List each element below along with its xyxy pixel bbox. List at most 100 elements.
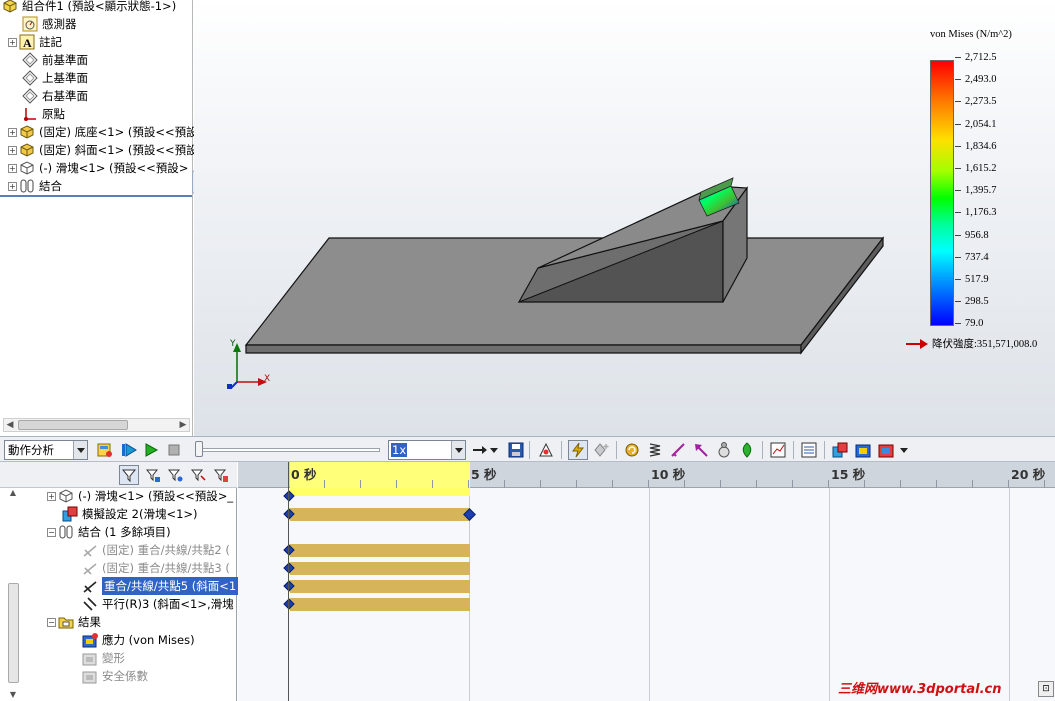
mm-item-label: 重合/共線/共點5 (斜面<1 (102, 577, 239, 595)
simulation-setup-icon[interactable] (830, 440, 850, 460)
expand-icon[interactable]: + (8, 127, 17, 137)
x-axis-label: X (264, 374, 271, 384)
mm-item-results[interactable]: − 結果 (47, 613, 101, 631)
chevron-down-icon[interactable] (488, 440, 500, 460)
part-icon (19, 160, 35, 176)
timeline-ruler[interactable]: 0 秒 5 秒 10 秒 15 秒 20 秒 (238, 462, 1055, 488)
motion-tree-vertical-scrollbar[interactable]: ▲ ▼ (3, 488, 20, 700)
tree-item-annotations[interactable]: + A 註記 (8, 33, 62, 51)
collapse-icon[interactable]: − (47, 617, 56, 627)
timeline-bar-simulation-setup[interactable] (290, 508, 470, 521)
study-type-select[interactable]: 動作分析 (4, 440, 88, 460)
model-view[interactable] (194, 0, 1055, 436)
timeline-bar-coincident-2[interactable] (290, 544, 470, 557)
timeline-bar-coincident-5[interactable] (290, 580, 470, 593)
timeline-minor-tick (432, 480, 433, 488)
graphics-viewport[interactable]: Y X von Mises (N/m^2) 2,712.5 2,493.0 2,27… (194, 0, 1055, 436)
stop-icon[interactable] (164, 440, 184, 460)
filter-results-icon[interactable] (211, 465, 231, 485)
timeline[interactable]: 0 秒 5 秒 10 秒 15 秒 20 秒 (238, 462, 1055, 701)
mm-item-coincident-2[interactable]: (固定) 重合/共線/共點2 ( (82, 541, 230, 559)
motion-study-properties-icon[interactable] (799, 440, 819, 460)
tree-item-top-plane[interactable]: 上基準面 (22, 69, 88, 87)
timeline-bar-coincident-3[interactable] (290, 562, 470, 575)
playback-speed-select[interactable]: 1x (388, 440, 466, 460)
mm-item-coincident-5[interactable]: 重合/共線/共點5 (斜面<1 (82, 577, 239, 595)
filter-icon[interactable] (119, 465, 139, 485)
force-icon[interactable] (691, 440, 711, 460)
scroll-left-icon[interactable]: ◀ (4, 419, 16, 431)
playback-slider-track[interactable] (196, 448, 380, 452)
legend-value: 2,273.5 (965, 96, 997, 108)
mm-item-slider[interactable]: + (-) 滑塊<1> (預設<<預設>_ (47, 487, 233, 505)
spring-icon[interactable] (645, 440, 665, 460)
yield-strength-label: 降伏強度:351,571,008.0 (932, 339, 1038, 350)
expand-icon[interactable]: + (8, 37, 17, 47)
playback-slider-thumb[interactable] (195, 441, 203, 457)
mates-icon (58, 524, 74, 540)
tree-item-base[interactable]: + (固定) 底座<1> (預設<<預設 (8, 123, 198, 141)
scrollbar-thumb[interactable] (8, 583, 19, 683)
tree-item-right-plane[interactable]: 右基準面 (22, 87, 88, 105)
scroll-right-icon[interactable]: ▶ (177, 419, 189, 431)
damper-icon[interactable] (668, 440, 688, 460)
contact-icon[interactable] (714, 440, 734, 460)
play-icon[interactable] (141, 440, 161, 460)
playback-mode-icon[interactable] (470, 440, 490, 460)
autokey-icon[interactable] (568, 440, 588, 460)
tree-item-label: 感測器 (42, 17, 77, 31)
mm-item-label: 變形 (102, 651, 125, 665)
expand-icon[interactable]: + (47, 491, 56, 501)
playback-speed-value: 1x (391, 443, 408, 457)
scrollbar-thumb[interactable] (18, 420, 128, 430)
filter-driving-icon[interactable] (165, 465, 185, 485)
chevron-down-icon[interactable] (73, 441, 87, 459)
toolbar-separator (762, 441, 763, 459)
legend-tick (955, 57, 961, 58)
collapse-icon[interactable]: − (47, 527, 56, 537)
legend-tick (955, 123, 961, 125)
mm-item-stress[interactable]: 應力 (von Mises) (82, 631, 195, 649)
mm-item-simulation-setup[interactable]: 模擬設定 2(滑塊<1>) (62, 505, 198, 523)
save-animation-icon[interactable] (506, 440, 526, 460)
expand-icon[interactable]: + (8, 181, 17, 191)
play-from-start-icon[interactable] (119, 440, 139, 460)
mm-item-mates[interactable]: − 結合 (1 多餘項目) (47, 523, 171, 541)
tree-item-slider[interactable]: + (-) 滑塊<1> (預設<<預設> (8, 159, 188, 177)
scroll-down-icon[interactable]: ▼ (7, 690, 19, 700)
resize-grip-icon: ⊡ (1038, 681, 1054, 697)
tree-item-assembly[interactable]: 組合件1 (預設<顯示狀態-1>) (2, 0, 176, 15)
add-key-icon[interactable] (591, 440, 611, 460)
mm-item-displacement[interactable]: 變形 (82, 649, 125, 667)
calculate-icon[interactable] (95, 440, 115, 460)
scroll-up-icon[interactable]: ▲ (7, 488, 19, 498)
mm-item-parallel-3[interactable]: 平行(R)3 (斜面<1>,滑塊 (82, 595, 234, 613)
results-options-icon[interactable] (876, 440, 896, 460)
filter-selected-icon[interactable] (188, 465, 208, 485)
tree-item-sensors[interactable]: 感測器 (22, 15, 77, 33)
tree-horizontal-scrollbar[interactable]: ◀ ▶ (3, 418, 190, 432)
timeline-bar-parallel-3[interactable] (290, 598, 470, 611)
filter-animated-icon[interactable] (143, 465, 163, 485)
chevron-down-icon[interactable] (898, 440, 910, 460)
expand-icon[interactable]: + (8, 163, 17, 173)
expand-icon[interactable]: + (8, 145, 17, 155)
tree-item-origin[interactable]: 原點 (22, 105, 65, 123)
results-plots-icon[interactable] (768, 440, 788, 460)
gravity-icon[interactable] (737, 440, 757, 460)
timeline-tick-label: 5 秒 (471, 467, 497, 482)
factor-of-safety-icon (82, 668, 98, 684)
timeline-minor-tick (972, 480, 973, 488)
mm-item-coincident-3[interactable]: (固定) 重合/共線/共點3 ( (82, 559, 230, 577)
chevron-down-icon[interactable] (451, 441, 465, 459)
stress-plot-icon[interactable] (853, 440, 873, 460)
tree-item-mates[interactable]: + 結合 (8, 177, 62, 195)
animation-wizard-icon[interactable] (536, 440, 556, 460)
timeline-slider-track-row[interactable] (290, 488, 470, 496)
timeline-time-bar[interactable] (288, 462, 289, 701)
motor-icon[interactable] (622, 440, 642, 460)
mm-item-factor-of-safety[interactable]: 安全係數 (82, 667, 148, 685)
tree-item-front-plane[interactable]: 前基準面 (22, 51, 88, 69)
mm-item-label: 結合 (1 多餘項目) (78, 525, 171, 539)
tree-item-incline[interactable]: + (固定) 斜面<1> (預設<<預設 (8, 141, 198, 159)
